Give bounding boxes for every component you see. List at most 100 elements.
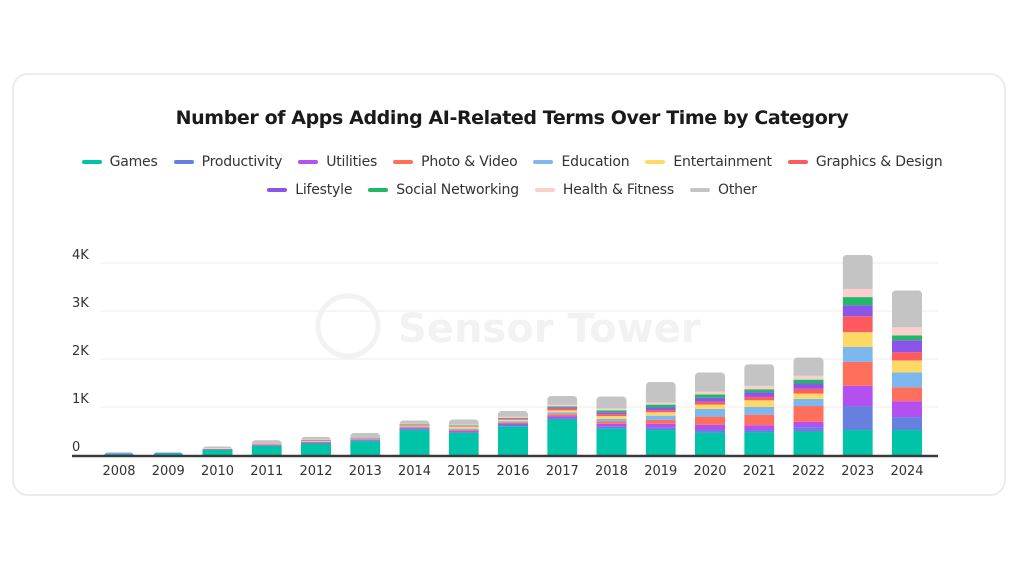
- bar-segment-games[interactable]: [350, 441, 381, 455]
- bar-segment-health-fitness[interactable]: [793, 375, 824, 380]
- bar-segment-other[interactable]: [793, 357, 824, 376]
- bar-segment-photo-video[interactable]: [448, 430, 479, 431]
- bar-segment-utilities[interactable]: [695, 424, 725, 431]
- bar-segment-productivity[interactable]: [448, 431, 479, 433]
- bar-segment-social-networking[interactable]: [448, 425, 479, 426]
- bar-segment-lifestyle[interactable]: [596, 412, 627, 415]
- bar-segment-games[interactable]: [448, 432, 479, 455]
- bar-segment-social-networking[interactable]: [596, 410, 627, 413]
- bar-segment-entertainment[interactable]: [596, 416, 627, 419]
- bar-segment-graphics-design[interactable]: [596, 414, 627, 417]
- bar-segment-photo-video[interactable]: [498, 422, 528, 424]
- bar-segment-social-networking[interactable]: [695, 394, 725, 398]
- bar-segment-productivity[interactable]: [645, 427, 676, 431]
- bar-segment-games[interactable]: [399, 430, 430, 455]
- bar-segment-education[interactable]: [892, 372, 922, 388]
- bar-segment-health-fitness[interactable]: [744, 385, 775, 390]
- bar-segment-entertainment[interactable]: [547, 410, 578, 413]
- bar-segment-lifestyle[interactable]: [695, 397, 725, 402]
- bar-segment-health-fitness[interactable]: [202, 448, 233, 449]
- bar-segment-utilities[interactable]: [744, 425, 775, 431]
- bar-segment-other[interactable]: [547, 395, 578, 405]
- bar-segment-health-fitness[interactable]: [350, 437, 381, 438]
- bar-segment-social-networking[interactable]: [498, 417, 528, 419]
- bar-segment-entertainment[interactable]: [498, 419, 528, 422]
- bar-segment-games[interactable]: [596, 428, 627, 455]
- bar-segment-health-fitness[interactable]: [842, 288, 873, 298]
- bar-segment-other[interactable]: [744, 364, 775, 386]
- bar-segment-social-networking[interactable]: [744, 389, 775, 393]
- bar-segment-graphics-design[interactable]: [399, 425, 430, 426]
- bar-segment-productivity[interactable]: [547, 418, 578, 420]
- bar-segment-productivity[interactable]: [842, 406, 873, 431]
- bar-segment-lifestyle[interactable]: [744, 392, 775, 397]
- bar-segment-other[interactable]: [301, 436, 331, 440]
- bar-segment-graphics-design[interactable]: [645, 410, 676, 413]
- bar-segment-health-fitness[interactable]: [645, 402, 676, 405]
- bar-segment-photo-video[interactable]: [892, 387, 922, 402]
- bar-segment-utilities[interactable]: [104, 453, 134, 454]
- bar-segment-entertainment[interactable]: [448, 426, 479, 429]
- bar-segment-health-fitness[interactable]: [301, 439, 331, 441]
- bar-segment-other[interactable]: [350, 432, 381, 438]
- bar-segment-other[interactable]: [448, 419, 479, 425]
- bar-segment-photo-video[interactable]: [547, 414, 578, 417]
- bar-segment-games[interactable]: [498, 426, 528, 455]
- bar-segment-utilities[interactable]: [842, 385, 873, 407]
- bar-segment-productivity[interactable]: [793, 427, 824, 432]
- bar-segment-education[interactable]: [793, 398, 824, 407]
- bar-segment-productivity[interactable]: [498, 425, 528, 427]
- bar-segment-entertainment[interactable]: [842, 332, 873, 347]
- bar-segment-other[interactable]: [842, 254, 873, 289]
- bar-segment-health-fitness[interactable]: [547, 404, 578, 407]
- bar-segment-social-networking[interactable]: [645, 404, 676, 408]
- bar-segment-games[interactable]: [744, 432, 775, 455]
- bar-segment-games[interactable]: [793, 431, 824, 455]
- bar-segment-productivity[interactable]: [399, 429, 430, 431]
- bar-segment-education[interactable]: [842, 347, 873, 362]
- bar-segment-games[interactable]: [842, 430, 873, 455]
- bar-segment-lifestyle[interactable]: [547, 407, 578, 409]
- bar-segment-photo-video[interactable]: [399, 427, 430, 429]
- bar-segment-other[interactable]: [645, 382, 676, 403]
- bar-segment-lifestyle[interactable]: [842, 305, 873, 317]
- bar-segment-productivity[interactable]: [251, 445, 282, 446]
- bar-segment-lifestyle[interactable]: [645, 407, 676, 411]
- bar-segment-utilities[interactable]: [596, 423, 627, 427]
- bar-segment-games[interactable]: [892, 430, 922, 455]
- bar-segment-utilities[interactable]: [793, 421, 824, 428]
- bar-segment-education[interactable]: [596, 419, 627, 422]
- bar-segment-photo-video[interactable]: [251, 444, 282, 445]
- bar-segment-other[interactable]: [399, 420, 430, 424]
- bar-segment-productivity[interactable]: [695, 430, 725, 433]
- bar-segment-graphics-design[interactable]: [695, 401, 725, 405]
- bar-segment-education[interactable]: [301, 441, 331, 443]
- bar-segment-health-fitness[interactable]: [448, 424, 479, 426]
- bar-segment-entertainment[interactable]: [399, 425, 430, 427]
- bar-segment-health-fitness[interactable]: [695, 391, 725, 395]
- bar-segment-social-networking[interactable]: [547, 406, 578, 408]
- bar-segment-education[interactable]: [645, 415, 676, 420]
- bar-segment-entertainment[interactable]: [892, 360, 922, 373]
- bar-segment-education[interactable]: [498, 421, 528, 423]
- bar-segment-utilities[interactable]: [350, 439, 381, 441]
- bar-segment-graphics-design[interactable]: [448, 426, 479, 427]
- bar-segment-education[interactable]: [104, 452, 134, 454]
- bar-segment-utilities[interactable]: [645, 423, 676, 428]
- bar-segment-entertainment[interactable]: [645, 412, 676, 416]
- bar-segment-utilities[interactable]: [547, 416, 578, 419]
- bar-segment-utilities[interactable]: [301, 442, 331, 444]
- bar-segment-other[interactable]: [596, 396, 627, 409]
- bar-segment-productivity[interactable]: [744, 430, 775, 433]
- bar-segment-photo-video[interactable]: [645, 419, 676, 424]
- bar-segment-graphics-design[interactable]: [744, 396, 775, 401]
- bar-segment-social-networking[interactable]: [892, 335, 922, 341]
- bar-segment-productivity[interactable]: [301, 443, 331, 444]
- bar-segment-photo-video[interactable]: [793, 406, 824, 422]
- bar-segment-education[interactable]: [695, 408, 725, 417]
- bar-segment-other[interactable]: [695, 372, 725, 392]
- bar-segment-games[interactable]: [251, 445, 282, 455]
- bar-segment-productivity[interactable]: [892, 417, 922, 431]
- bar-segment-games[interactable]: [547, 419, 578, 455]
- bar-segment-health-fitness[interactable]: [399, 423, 430, 425]
